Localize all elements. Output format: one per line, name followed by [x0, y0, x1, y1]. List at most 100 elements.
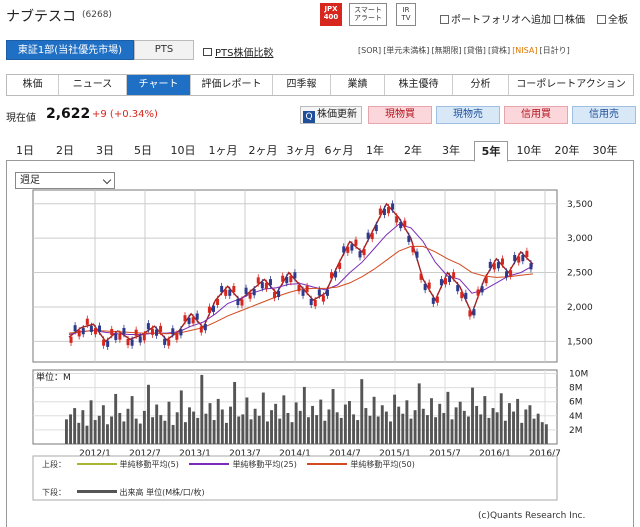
volume-bar	[89, 400, 93, 444]
volume-bar	[442, 412, 446, 444]
candle-body	[476, 289, 480, 296]
volume-chart: 2M 4M 6M 8M 10M 単位：M 2012/1 2012/7 2013/1 2013/7 2…	[32, 369, 588, 501]
candle-body	[102, 339, 106, 346]
price-y-tick-label: 1,500	[567, 337, 593, 347]
volume-bar	[65, 419, 68, 444]
volume-bar	[331, 389, 335, 444]
x-tick-label: 2016/7	[529, 449, 561, 459]
candle-body	[443, 278, 447, 285]
candle-body	[285, 277, 289, 284]
candle-body	[268, 279, 272, 286]
candle-body	[358, 251, 362, 258]
candle-body	[98, 325, 102, 332]
candle-body	[69, 336, 73, 343]
volume-bar	[458, 401, 462, 444]
price-chart: 1,500 2,000 2,500 3,000 3,500	[32, 189, 593, 363]
candle-body	[183, 315, 187, 322]
volume-bar	[286, 412, 290, 444]
volume-bar	[401, 413, 405, 444]
legend-lower: 下段： 出来高 単位(M株/口/枚)	[42, 487, 205, 498]
volume-bar	[409, 418, 413, 444]
volume-bar	[224, 422, 228, 444]
legend-upper-label: 上段：	[42, 460, 66, 469]
candle-body	[354, 239, 358, 246]
volume-bar	[397, 406, 401, 444]
candle-body	[525, 250, 529, 258]
volume-bar	[159, 415, 163, 444]
volume-bar	[339, 417, 343, 444]
volume-bar	[261, 392, 265, 444]
volume-bar	[73, 408, 77, 444]
candle-body	[220, 285, 224, 293]
legend-upper: 上段： 単純移動平均(5) 単純移動平均(25) 単純移動平均(50)	[42, 459, 415, 470]
x-tick-label: 2013/1	[179, 449, 211, 459]
volume-bar	[372, 396, 376, 444]
legend-ma50-swatch	[307, 463, 348, 465]
chart-credit: (c)Quants Research Inc.	[478, 511, 586, 521]
candle-body	[281, 275, 285, 282]
candle-body	[179, 329, 183, 336]
volume-bar	[142, 410, 146, 444]
candle-body	[378, 208, 382, 215]
x-tick-label: 2014/7	[329, 449, 361, 459]
volume-bar	[368, 415, 372, 444]
price-y-tick-label: 2,000	[567, 303, 593, 313]
candle-body	[77, 330, 81, 337]
volume-bar	[200, 374, 204, 444]
volume-bar	[532, 418, 536, 444]
volume-bar	[122, 421, 126, 444]
volume-bar	[417, 383, 421, 444]
candle-body	[509, 270, 513, 277]
volume-bar	[307, 417, 310, 444]
candle-body	[277, 290, 281, 297]
candle-body	[130, 339, 134, 346]
candle-body	[334, 271, 338, 278]
volume-bar	[274, 403, 278, 444]
volume-bar	[425, 415, 429, 444]
volume-bar	[147, 384, 150, 444]
candle-body	[150, 328, 154, 335]
candle-body	[309, 298, 313, 306]
volume-bar	[175, 412, 179, 444]
candle-body	[321, 295, 325, 302]
volume-bar	[405, 400, 409, 444]
legend-ma5: 単純移動平均(5)	[119, 460, 179, 469]
volume-bar	[81, 410, 85, 444]
volume-bar	[278, 418, 282, 444]
candle-body	[395, 216, 399, 223]
candle-body	[301, 289, 305, 296]
candle-body	[260, 282, 264, 289]
volume-bar	[380, 405, 384, 444]
price-y-tick-label: 3,500	[567, 200, 593, 210]
volume-bar	[179, 390, 183, 444]
volume-bar	[540, 422, 544, 444]
candle-body	[382, 208, 386, 215]
volume-bar	[212, 420, 216, 444]
volume-bar	[528, 405, 532, 444]
volume-bar	[516, 398, 520, 444]
candle-body	[427, 282, 431, 289]
candle-body	[163, 338, 167, 345]
candle-body	[521, 254, 525, 262]
candle-body	[517, 256, 521, 263]
x-tick-label: 2015/1	[379, 449, 411, 459]
candle-body	[93, 328, 97, 335]
x-tick-label: 2014/1	[279, 449, 311, 459]
volume-bar	[85, 425, 89, 444]
volume-bar	[126, 408, 130, 444]
candle-body	[256, 277, 260, 284]
volume-bar	[130, 396, 134, 444]
volume-bar	[171, 424, 175, 444]
candle-body	[138, 336, 142, 343]
candle-body	[293, 272, 297, 279]
volume-bar	[544, 424, 548, 444]
candle-body	[435, 296, 439, 303]
volume-bar	[348, 401, 351, 444]
candle-body	[423, 283, 427, 291]
candle-body	[313, 299, 317, 307]
volume-bar	[462, 410, 466, 444]
candle-body	[297, 285, 301, 292]
volume-bar	[97, 415, 101, 444]
candle-body	[273, 291, 277, 299]
x-tick-label: 2012/7	[129, 449, 161, 459]
